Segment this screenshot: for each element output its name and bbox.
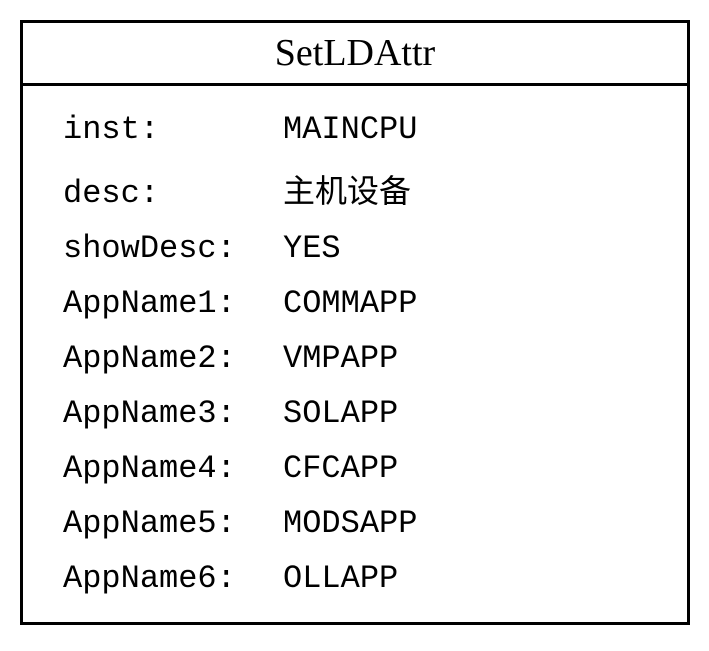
attr-value: YES bbox=[283, 230, 341, 267]
attr-row: AppName6: OLLAPP bbox=[63, 560, 657, 597]
attr-value: OLLAPP bbox=[283, 560, 398, 597]
attr-value: VMPAPP bbox=[283, 340, 398, 377]
attr-value: COMMAPP bbox=[283, 285, 417, 322]
attr-label: AppName3: bbox=[63, 395, 283, 432]
box-content: inst: MAINCPU desc: 主机设备 showDesc: YES A… bbox=[23, 86, 687, 622]
attr-value: CFCAPP bbox=[283, 450, 398, 487]
attr-label: AppName6: bbox=[63, 560, 283, 597]
attr-label: desc: bbox=[63, 175, 283, 212]
attr-row: AppName1: COMMAPP bbox=[63, 285, 657, 322]
attr-label: AppName4: bbox=[63, 450, 283, 487]
attr-label: inst: bbox=[63, 111, 283, 148]
attr-row: AppName3: SOLAPP bbox=[63, 395, 657, 432]
attr-label: AppName5: bbox=[63, 505, 283, 542]
attr-row: AppName5: MODSAPP bbox=[63, 505, 657, 542]
attr-value: MODSAPP bbox=[283, 505, 417, 542]
attr-row: AppName4: CFCAPP bbox=[63, 450, 657, 487]
attr-value: 主机设备 bbox=[283, 166, 411, 212]
attr-label: AppName1: bbox=[63, 285, 283, 322]
attr-label: AppName2: bbox=[63, 340, 283, 377]
attribute-box: SetLDAttr inst: MAINCPU desc: 主机设备 showD… bbox=[20, 20, 690, 625]
attr-row: desc: 主机设备 bbox=[63, 166, 657, 212]
attr-value: SOLAPP bbox=[283, 395, 398, 432]
attr-value: MAINCPU bbox=[283, 111, 417, 148]
attr-row: AppName2: VMPAPP bbox=[63, 340, 657, 377]
attr-row: inst: MAINCPU bbox=[63, 111, 657, 148]
attr-label: showDesc: bbox=[63, 230, 283, 267]
box-title: SetLDAttr bbox=[23, 23, 687, 86]
attr-row: showDesc: YES bbox=[63, 230, 657, 267]
